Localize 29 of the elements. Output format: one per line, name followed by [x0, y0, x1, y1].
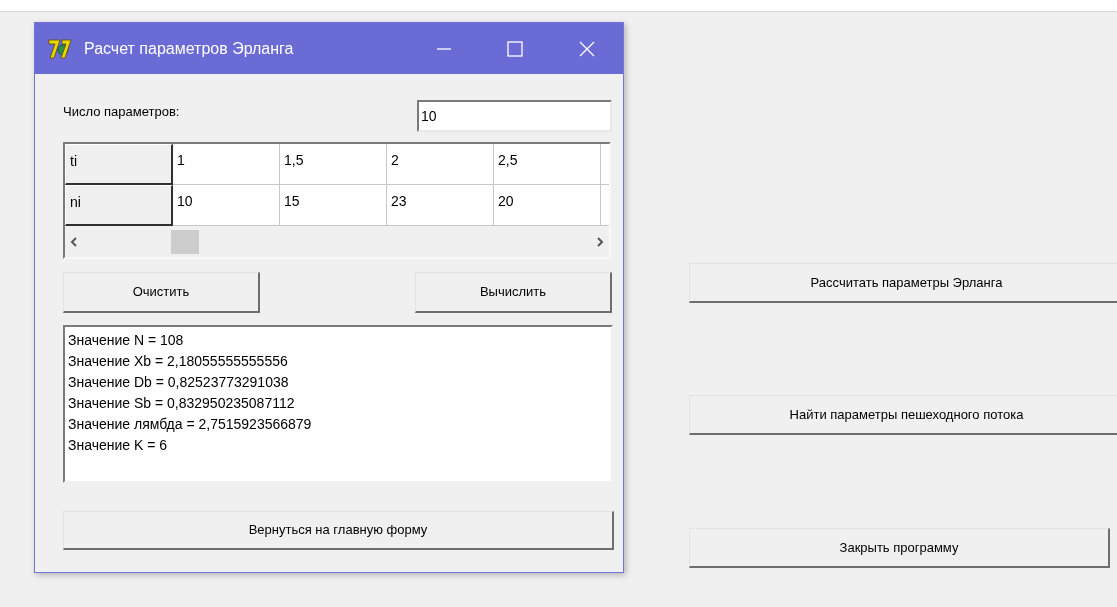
maximize-icon[interactable]	[507, 40, 523, 57]
table-cell: 2,5	[494, 144, 601, 185]
back-to-main-button[interactable]: Вернуться на главную форму	[63, 511, 614, 550]
table-cell: 1	[173, 144, 280, 185]
main-menu-button[interactable]: Закрыть программу	[689, 528, 1110, 568]
calculate-button[interactable]: Вычислить	[415, 272, 612, 313]
scroll-right-icon[interactable]	[595, 235, 605, 248]
scrollbar-thumb[interactable]	[171, 229, 199, 254]
horizontal-scrollbar[interactable]	[65, 226, 609, 257]
table-cell: 2	[387, 144, 494, 185]
result-line: Значение Db = 0,82523773291038	[68, 373, 290, 392]
window-title: Расчет параметров Эрланга	[84, 38, 294, 59]
row-header-cell: ti	[65, 144, 173, 185]
parameter-count-label: Число параметров:	[63, 103, 180, 121]
parameter-count-field[interactable]: 10	[417, 100, 612, 132]
row-header-cell: ni	[65, 185, 173, 226]
clear-button[interactable]: Очистить	[63, 272, 260, 313]
scroll-left-icon[interactable]	[69, 235, 79, 248]
main-menu-button[interactable]: Рассчитать параметры Эрланга	[689, 263, 1117, 303]
result-line: Значение Sb = 0,832950235087112	[68, 394, 296, 413]
result-line: Значение лямбда = 2,7515923566879	[68, 415, 313, 434]
result-line: Значение K = 6	[68, 436, 169, 455]
app-logo-icon	[48, 37, 72, 60]
close-icon[interactable]	[579, 40, 595, 57]
table-cell: 1,5	[280, 144, 387, 185]
result-line: Значение Xb = 2,18055555555556	[68, 352, 289, 371]
main-menu-button[interactable]: Найти параметры пешеходного потока	[689, 395, 1117, 435]
results-text-area[interactable]: Значение N = 108 Значение Xb = 2,18055555555556 Значение Db = 0,82523773291038 Значение Sb = 0,832950235087112 Значение лямбда = 2,7515923566879 Значение K = 6	[63, 325, 613, 483]
result-line: Значение N = 108	[68, 331, 185, 350]
